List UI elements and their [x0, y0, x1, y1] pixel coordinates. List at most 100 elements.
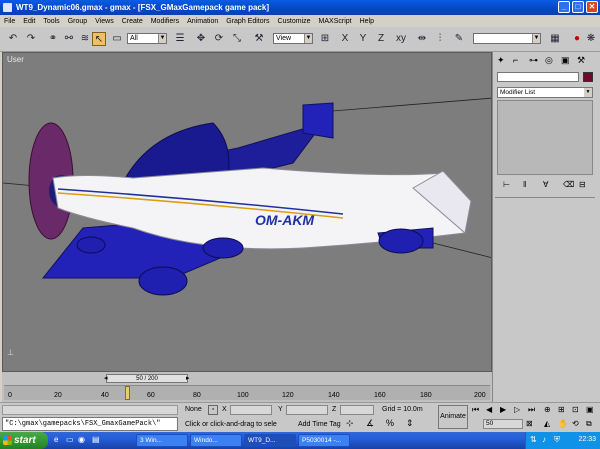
unlink-icon[interactable]: ⚯	[62, 32, 76, 46]
minimize-button[interactable]: _	[558, 1, 570, 13]
time-slider[interactable]: 50 / 200	[106, 374, 188, 383]
pin-stack-icon[interactable]: ⊢	[503, 180, 510, 189]
viewport-user[interactable]: User OM-AKM ⊥	[2, 52, 492, 372]
menu-create[interactable]: Create	[118, 18, 147, 25]
quick-launch-ie-icon[interactable]: e	[54, 435, 58, 444]
move-icon[interactable]: ✥	[194, 32, 208, 46]
modifier-list-dropdown[interactable]: Modifier List ▼	[497, 87, 593, 98]
render-settings-icon[interactable]: ❋	[584, 32, 598, 46]
quick-launch-folder-icon[interactable]: ▤	[92, 435, 100, 444]
angle-snap-icon[interactable]: ∡	[366, 418, 374, 429]
tray-security-icon[interactable]: ⛨	[554, 435, 560, 445]
named-selection-icon[interactable]: ✎	[452, 32, 466, 46]
field-of-view-icon[interactable]: ◭	[544, 419, 550, 428]
undo-icon[interactable]: ↶	[6, 32, 20, 46]
zoom-extents-all-icon[interactable]: ▣	[586, 405, 594, 414]
restrict-y-icon[interactable]: Y	[356, 32, 370, 46]
hierarchy-tab-icon[interactable]: ⊶	[529, 55, 538, 66]
zoom-extents-icon[interactable]: ⊡	[572, 405, 579, 414]
select-region-icon[interactable]: ▭	[110, 32, 124, 46]
pan-icon[interactable]: ✋	[558, 419, 568, 428]
previous-frame-icon[interactable]: ◀	[486, 405, 492, 414]
reference-coordinate-dropdown[interactable]: View ▼	[273, 33, 313, 44]
modify-tab-icon[interactable]: ⌐	[513, 55, 518, 65]
redo-icon[interactable]: ↷	[24, 32, 38, 46]
start-button[interactable]: start	[0, 432, 48, 449]
x-coordinate-field[interactable]	[230, 405, 272, 415]
select-and-manipulate-icon[interactable]: ⚒	[252, 32, 266, 46]
maximize-viewport-icon[interactable]: ⧉	[586, 419, 592, 429]
restrict-z-icon[interactable]: Z	[374, 32, 388, 46]
taskbar-item-windows-explorer[interactable]: 3 Win...	[136, 434, 188, 447]
configure-sets-icon[interactable]: ⊟	[579, 180, 586, 189]
scale-icon[interactable]: ⤡	[230, 32, 244, 46]
show-end-result-icon[interactable]: ‖	[523, 180, 526, 189]
snaps-toggle-icon[interactable]: ⊹	[346, 418, 354, 429]
next-frame-arrow[interactable]: ▸	[186, 374, 190, 382]
quick-launch-media-icon[interactable]: ◉	[78, 435, 85, 444]
select-by-name-icon[interactable]: ☰	[173, 32, 187, 46]
menu-tools[interactable]: Tools	[39, 18, 63, 25]
restrict-x-icon[interactable]: X	[338, 32, 352, 46]
select-object-icon[interactable]: ↖	[92, 32, 106, 46]
spinner-snap-icon[interactable]: ⇕	[406, 418, 414, 429]
y-coordinate-field[interactable]	[286, 405, 328, 415]
menu-animation[interactable]: Animation	[183, 18, 222, 25]
make-unique-icon[interactable]: ∀	[543, 180, 548, 189]
play-icon[interactable]: ▶	[500, 405, 506, 414]
taskbar-item-window[interactable]: Windo...	[190, 434, 242, 447]
rotate-icon[interactable]: ⟳	[212, 32, 226, 46]
percent-snap-icon[interactable]: %	[386, 418, 394, 428]
selection-filter-dropdown[interactable]: All ▼	[127, 33, 167, 44]
close-button[interactable]: ✕	[586, 1, 598, 13]
maximize-button[interactable]: □	[572, 1, 584, 13]
zoom-icon[interactable]: ⊕	[544, 405, 551, 414]
go-to-start-icon[interactable]: ⏮	[472, 405, 479, 415]
add-time-tag-button[interactable]: Add Time Tag	[298, 421, 341, 428]
tray-network-icon[interactable]: ⇅	[530, 435, 537, 444]
prev-frame-arrow[interactable]: ◂	[104, 374, 108, 382]
go-to-end-icon[interactable]: ⏭	[528, 405, 535, 415]
mirror-icon[interactable]: ⇹	[415, 32, 429, 46]
taskbar-item-image[interactable]: P5030014 -...	[298, 434, 350, 447]
utilities-tab-icon[interactable]: ⚒	[577, 55, 585, 66]
menu-views[interactable]: Views	[91, 18, 118, 25]
remove-modifier-icon[interactable]: ⌫	[563, 180, 574, 189]
taskbar-item-gmax[interactable]: WT9_D...	[244, 434, 296, 447]
menu-file[interactable]: File	[0, 18, 19, 25]
next-frame-icon[interactable]: ▷	[514, 405, 520, 414]
menu-maxscript[interactable]: MAXScript	[315, 18, 356, 25]
material-editor-icon[interactable]: ▦	[548, 32, 562, 46]
display-tab-icon[interactable]: ▣	[561, 55, 570, 66]
quick-launch-desktop-icon[interactable]: ▭	[66, 435, 74, 444]
zoom-all-icon[interactable]: ⊞	[558, 405, 565, 414]
modifier-stack[interactable]	[497, 100, 593, 175]
time-configuration-icon[interactable]: ⊠	[526, 419, 533, 428]
menu-customize[interactable]: Customize	[273, 18, 314, 25]
menu-modifiers[interactable]: Modifiers	[147, 18, 183, 25]
arc-rotate-icon[interactable]: ⟲	[572, 419, 579, 428]
object-name-field[interactable]	[497, 72, 579, 82]
aircraft-model[interactable]: OM-AKM	[3, 53, 492, 372]
maxscript-listener-top[interactable]	[2, 405, 178, 415]
create-tab-icon[interactable]: ✦	[497, 55, 505, 66]
time-marker[interactable]	[125, 386, 130, 400]
object-color-swatch[interactable]	[583, 72, 593, 82]
link-icon[interactable]: ⚭	[46, 32, 60, 46]
tray-volume-icon[interactable]: ♪	[542, 435, 546, 444]
z-coordinate-field[interactable]	[340, 405, 374, 415]
track-bar[interactable]: 0 20 40 60 80 100 120 140 160 180 200	[4, 385, 490, 400]
bind-space-warp-icon[interactable]: ≋	[78, 32, 92, 46]
menu-edit[interactable]: Edit	[19, 18, 39, 25]
pivot-center-icon[interactable]: ⊞	[318, 32, 332, 46]
animate-button[interactable]: Animate	[438, 405, 468, 429]
restrict-xy-icon[interactable]: xy	[394, 32, 408, 46]
menu-help[interactable]: Help	[356, 18, 378, 25]
render-teapot-icon[interactable]: ●	[570, 32, 584, 46]
menu-group[interactable]: Group	[64, 18, 91, 25]
lock-selection-icon[interactable]: ▫	[208, 405, 218, 415]
current-frame-field[interactable]: 50	[483, 419, 523, 429]
motion-tab-icon[interactable]: ◎	[545, 55, 553, 66]
menu-graph-editors[interactable]: Graph Editors	[222, 18, 273, 25]
align-icon[interactable]: ⫶	[433, 32, 447, 46]
